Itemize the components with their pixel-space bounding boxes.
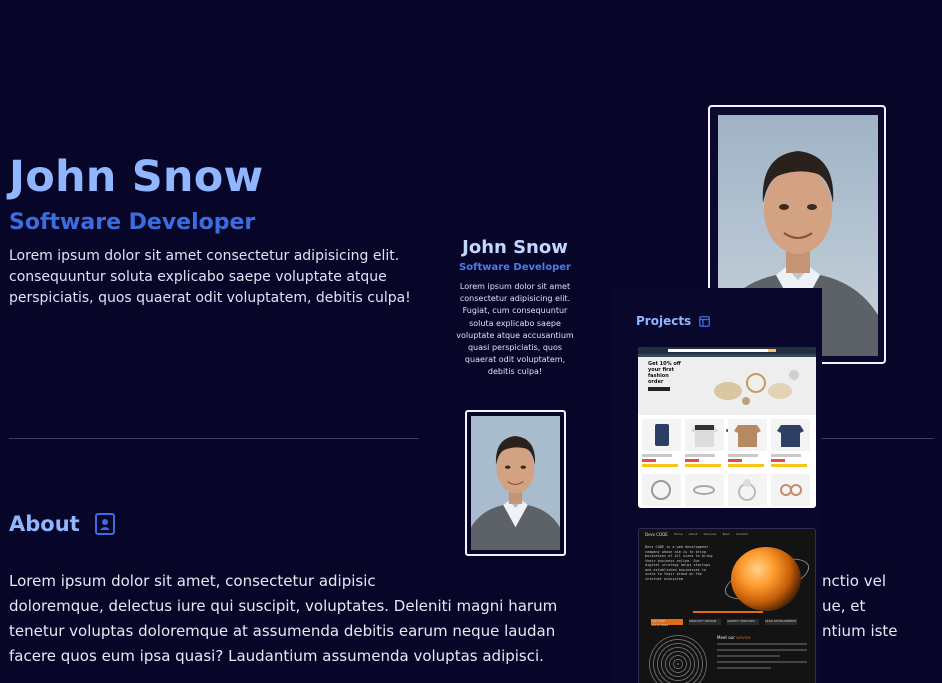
project-card-dev-agency[interactable]: Devs CODE Home About Services Team Conta… [638, 528, 816, 683]
agency-tabs: TOP WEB SOLUTIONS PRODUCT DESIGN AGENCY … [651, 619, 797, 627]
project-card-shop[interactable]: Get 10% off your first fashion order [638, 347, 816, 508]
agency-tab: AGENCY SERVICES [727, 619, 759, 625]
preview-intro: Lorem ipsum dolor sit amet consectetur a… [456, 282, 574, 377]
preview-photo [471, 416, 560, 550]
agency-nav-link: Services [703, 532, 717, 536]
preview-role: Software Developer [459, 262, 571, 273]
shop-ad-button [648, 387, 670, 391]
hero-intro-line: Lorem ipsum dolor sit amet consectetur a… [9, 248, 400, 264]
hero-role: Software Developer [9, 210, 256, 235]
agency-section-heading-text: Meet our [717, 635, 735, 640]
agency-tab: TOP WEB SOLUTIONS [651, 619, 683, 627]
search-icon [768, 349, 776, 352]
product-item [642, 419, 681, 467]
agency-nav-link: Home [673, 532, 683, 536]
orange-orb-graphic [731, 547, 801, 611]
shop-ad: Get 10% off your first fashion order [648, 361, 682, 399]
agency-section-heading-accent: service [736, 635, 751, 640]
agency-nav-link: About [688, 532, 698, 536]
mobile-preview: John Snow Software Developer Lorem ipsum… [419, 230, 611, 570]
preview-name: John Snow [462, 237, 568, 258]
projects-heading: Projects [636, 314, 711, 328]
about-fragment: ue, et [822, 597, 866, 615]
shop-search-bar [668, 349, 768, 352]
about-heading: About [9, 512, 116, 536]
agency-intro: Devs CODE is a web development company w… [645, 545, 713, 581]
agency-text-lines [717, 643, 807, 673]
about-fragment: nctio vel [822, 572, 887, 590]
product-item [685, 419, 724, 467]
product-item [728, 474, 767, 506]
agency-logo: Devs CODE [645, 531, 668, 537]
agency-nav-link: Team [722, 532, 731, 536]
agency-navbar: Devs CODE Home About Services Team Conta… [639, 529, 815, 539]
projects-panel: Projects Get 10% off your first fashion … [611, 288, 822, 683]
wireframe-sphere-graphic [649, 635, 707, 683]
agency-nav-link: Contact [736, 532, 748, 536]
shop-navbar [638, 347, 816, 354]
jewelry-illustration [714, 370, 799, 405]
hero-intro-line: consequuntur soluta explicabo saepe volu… [9, 269, 387, 285]
product-item [685, 474, 724, 506]
about-heading-label: About [9, 512, 80, 536]
product-row [642, 419, 810, 467]
product-item [728, 419, 767, 467]
projects-heading-label: Projects [636, 314, 692, 328]
preview-photo-frame [465, 410, 566, 556]
agency-section-heading: Meet our service [717, 635, 750, 640]
section-divider [9, 438, 419, 439]
product-item [771, 474, 810, 506]
shop-ad-title: Get 10% off your first fashion order [648, 361, 681, 385]
product-item [642, 474, 681, 506]
layout-icon [699, 315, 711, 327]
agency-tab: LEAD DEVELOPMENT [765, 619, 797, 625]
hero-intro-line: perspiciatis, quos quaerat odit voluptat… [9, 290, 411, 306]
hero-intro: Lorem ipsum dolor sit amet consectetur a… [9, 246, 419, 312]
product-item [771, 419, 810, 467]
hero-name: John Snow [9, 152, 264, 202]
contact-card-icon [94, 512, 116, 536]
about-fragment: ntium iste [822, 622, 898, 640]
product-row [642, 474, 810, 506]
accent-bar [693, 611, 763, 613]
shop-hero-banner: Get 10% off your first fashion order [638, 357, 816, 432]
agency-tab: PRODUCT DESIGN [689, 619, 721, 625]
